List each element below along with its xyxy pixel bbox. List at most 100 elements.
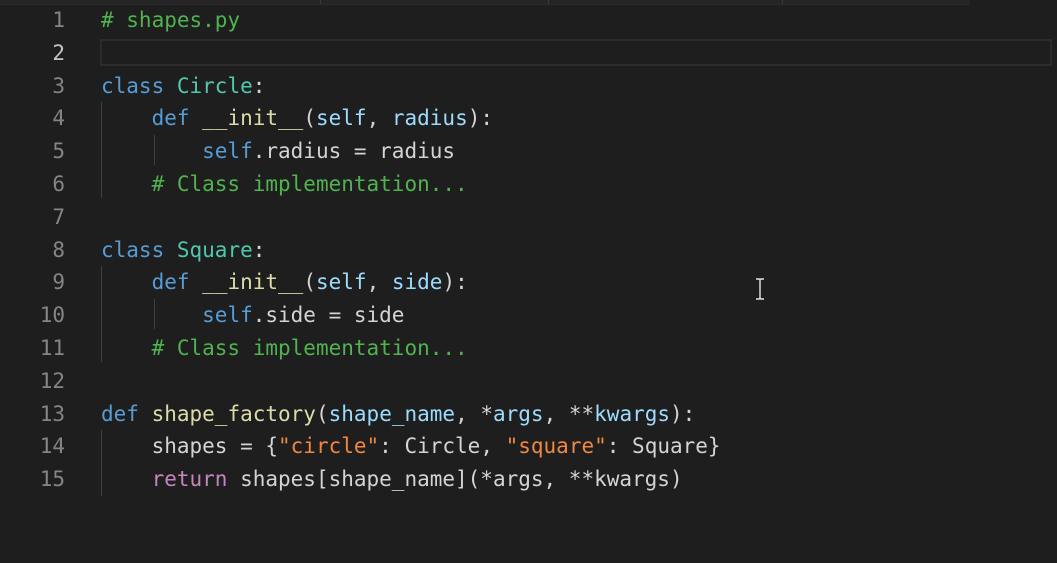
line-number: 8 (52, 237, 65, 262)
code-token: Square (176, 237, 253, 262)
code-line[interactable]: 10 self.side = side (0, 299, 1057, 332)
code-line[interactable]: 5 self.radius = radius (0, 135, 1057, 168)
code-token: side (391, 270, 443, 295)
code-token: shape_name (328, 401, 456, 426)
line-number: 13 (39, 401, 65, 426)
code-token: , * (455, 401, 493, 426)
code-token: : (252, 73, 266, 98)
indent-guide-square (101, 266, 102, 362)
code-line[interactable]: 11 # Class implementation... (0, 332, 1057, 365)
line-number: 14 (39, 434, 65, 459)
line-number: 6 (52, 172, 65, 196)
line-code[interactable]: return shapes[shape_name](*args, **kwarg… (101, 467, 683, 491)
code-line[interactable]: 14 shapes = {"circle": Circle, "square":… (0, 430, 1057, 463)
line-number: 7 (52, 204, 65, 229)
line-code[interactable]: # shapes.py (101, 8, 240, 32)
line-code[interactable]: self.side = side (101, 303, 404, 327)
line-number: 10 (39, 303, 65, 328)
code-token: class (101, 73, 165, 98)
code-token: , (366, 270, 392, 295)
code-token: .side = side (252, 303, 405, 328)
code-token: self (315, 106, 367, 131)
code-token: radius (391, 106, 468, 131)
code-token: def (101, 401, 139, 426)
code-token: # Class implementation... (151, 336, 468, 360)
code-token: # shapes.py (101, 8, 241, 32)
code-token: __init__ (202, 270, 304, 295)
code-token: kwargs (594, 401, 671, 426)
code-token: class (101, 237, 165, 262)
code-token: ): (442, 270, 468, 295)
line-number: 5 (52, 139, 65, 164)
code-token: : Circle, (379, 434, 506, 459)
code-line[interactable]: 7 (0, 201, 1057, 234)
code-line[interactable]: 12 (0, 365, 1057, 398)
line-number: 12 (39, 368, 65, 393)
code-token: return (151, 467, 228, 492)
code-token: : Square} (606, 434, 721, 459)
code-token: args (493, 401, 544, 426)
line-code[interactable]: # Class implementation... (101, 336, 468, 360)
code-token: ( (303, 106, 316, 131)
code-line[interactable]: 3 class Circle: (0, 70, 1057, 103)
line-code[interactable]: def __init__(self, side): (101, 270, 468, 294)
line-number: 4 (52, 106, 65, 131)
indent-guide-factory (101, 430, 102, 496)
code-token: ): (670, 401, 696, 426)
code-token: self (202, 139, 253, 164)
line-number: 1 (52, 8, 65, 32)
code-line[interactable]: 6 # Class implementation... (0, 168, 1057, 201)
line-code[interactable]: # Class implementation... (101, 172, 468, 196)
code-token: ): (467, 106, 494, 131)
code-token: def (151, 106, 190, 131)
code-token: ( (315, 401, 329, 426)
line-code[interactable]: class Square: (101, 238, 265, 262)
code-token: ( (303, 270, 316, 295)
line-number: 2 (52, 40, 65, 65)
code-line[interactable]: 9 def __init__(self, side): (0, 266, 1057, 299)
line-number: 15 (39, 467, 65, 492)
code-token: def (151, 270, 190, 295)
code-line[interactable]: 4 def __init__(self, radius): (0, 102, 1057, 135)
line-code[interactable]: shapes = {"circle": Circle, "square": Sq… (101, 434, 721, 458)
line-number: 3 (52, 73, 65, 98)
indent-guide-circle-init (154, 135, 155, 165)
code-token: self (315, 270, 367, 295)
code-line[interactable]: 15 return shapes[shape_name](*args, **kw… (0, 463, 1057, 496)
code-token: Circle (176, 73, 253, 98)
code-token: shapes = { (101, 434, 279, 459)
code-line[interactable]: 13 def shape_factory(shape_name, *args, *… (0, 398, 1057, 431)
code-token: .radius = radius (252, 139, 456, 164)
code-line[interactable]: 8 class Square: (0, 234, 1057, 267)
code-line[interactable]: 2 (0, 37, 1057, 70)
code-line[interactable]: 1 # shapes.py (0, 4, 1057, 37)
code-editor[interactable]: 1 # shapes.py 2 3 class Circle: 4 def __init_… (0, 0, 1057, 563)
line-code[interactable]: class Circle: (101, 74, 265, 98)
line-code[interactable]: def __init__(self, radius): (101, 106, 493, 130)
code-token: , ** (543, 401, 595, 426)
code-token: # Class implementation... (151, 172, 468, 196)
code-token: self (202, 303, 253, 328)
code-token: "circle" (278, 434, 380, 459)
code-token: : (252, 237, 266, 262)
code-token: shapes[shape_name](*args, **kwargs) (227, 467, 683, 492)
text-cursor-icon (756, 278, 764, 300)
code-token: , (366, 106, 392, 131)
code-token: shape_factory (151, 401, 316, 426)
code-token: __init__ (202, 106, 304, 131)
current-line-highlight (100, 38, 1052, 66)
line-code[interactable]: def shape_factory(shape_name, *args, **k… (101, 402, 695, 426)
code-token: "square" (505, 434, 607, 459)
